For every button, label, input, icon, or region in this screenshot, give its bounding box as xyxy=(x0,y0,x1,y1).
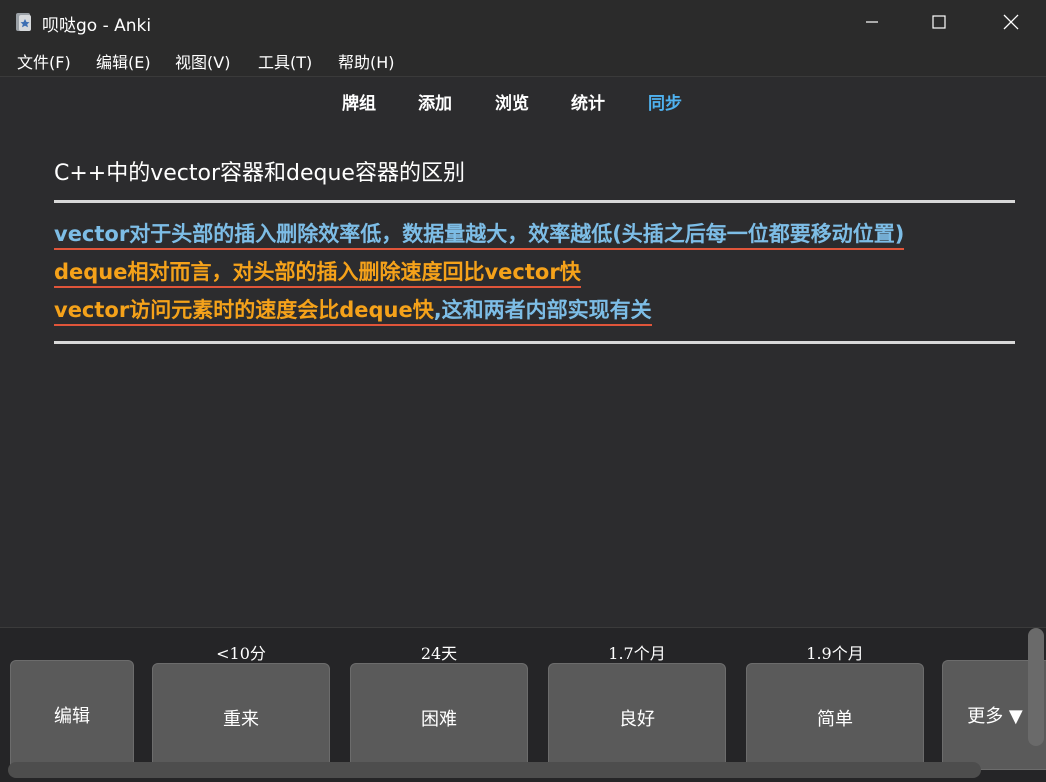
horizontal-scrollbar[interactable] xyxy=(8,762,981,778)
answer-line-3-part-1: vector访问元素时的速度会比deque快 xyxy=(54,298,434,322)
toolbar-stats[interactable]: 统计 xyxy=(571,89,605,114)
menu-edit[interactable]: 编辑(E) xyxy=(96,49,151,73)
divider-bottom xyxy=(54,341,1015,344)
toolbar-browse[interactable]: 浏览 xyxy=(495,89,529,114)
interval-hard: 24天 xyxy=(420,644,458,663)
maximize-button[interactable] xyxy=(916,0,962,44)
answer-line-1: vector对于头部的插入删除效率低，数据量越大，效率越低(头插之后每一位都要移… xyxy=(54,220,905,250)
minimize-icon xyxy=(866,21,878,23)
window-title: 呗哒go - Anki xyxy=(42,16,152,36)
menu-file[interactable]: 文件(F) xyxy=(17,49,71,73)
good-button[interactable]: 良好 xyxy=(548,663,726,773)
vertical-scrollbar[interactable] xyxy=(1028,628,1044,746)
divider-top xyxy=(54,200,1015,203)
interval-again: <10分 xyxy=(216,644,266,663)
close-button[interactable] xyxy=(988,0,1034,44)
card-question: C++中的vector容器和deque容器的区别 xyxy=(54,161,465,186)
maximize-icon xyxy=(932,15,946,29)
main-toolbar: 牌组 添加 浏览 统计 同步 xyxy=(0,77,1046,123)
menu-bar: 文件(F) 编辑(E) 视图(V) 工具(T) 帮助(H) xyxy=(0,44,1046,77)
menu-view[interactable]: 视图(V) xyxy=(175,49,230,73)
interval-good: 1.7个月 xyxy=(608,644,666,663)
close-icon xyxy=(1003,14,1019,30)
title-bar: 呗哒go - Anki xyxy=(0,0,1046,44)
edit-button[interactable]: 编辑 xyxy=(10,660,134,770)
answer-line-3: vector访问元素时的速度会比deque快,这和两者内部实现有关 xyxy=(54,296,652,326)
answer-line-2: deque相对而言，对头部的插入删除速度回比vector快 xyxy=(54,258,581,288)
hard-button[interactable]: 困难 xyxy=(350,663,528,773)
toolbar-add[interactable]: 添加 xyxy=(418,89,452,114)
easy-button[interactable]: 简单 xyxy=(746,663,924,773)
menu-help[interactable]: 帮助(H) xyxy=(338,49,395,73)
interval-easy: 1.9个月 xyxy=(806,644,864,663)
menu-tools[interactable]: 工具(T) xyxy=(258,49,312,73)
answer-line-3-part-2: ,这和两者内部实现有关 xyxy=(433,298,652,322)
anki-app-icon xyxy=(16,13,31,31)
toolbar-decks[interactable]: 牌组 xyxy=(342,89,376,114)
minimize-button[interactable] xyxy=(849,0,895,44)
again-button[interactable]: 重来 xyxy=(152,663,330,773)
toolbar-sync[interactable]: 同步 xyxy=(648,89,682,114)
